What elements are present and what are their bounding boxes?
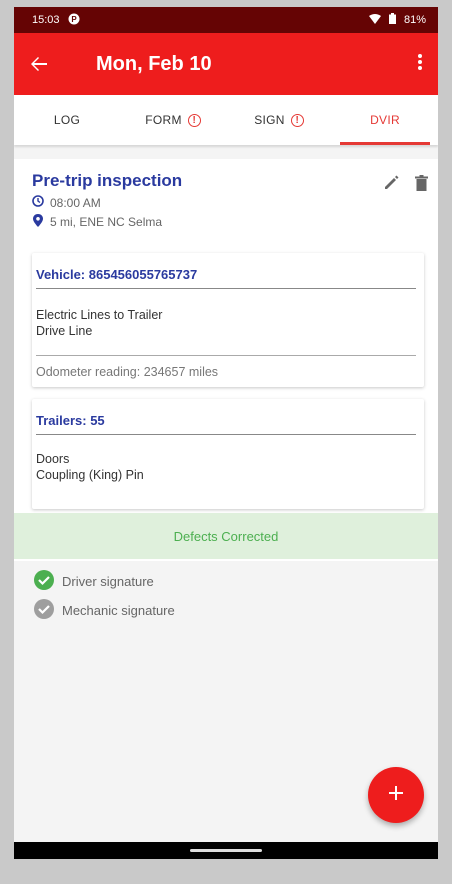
inspection-card[interactable]: Pre-trip inspection 08:00 AM 5 mi, ENE N…	[14, 159, 438, 561]
inspection-time-row: 08:00 AM	[32, 195, 426, 210]
back-arrow-icon[interactable]	[14, 55, 70, 73]
trailer-title: Trailers: 55	[36, 413, 416, 435]
tab-log[interactable]: LOG	[14, 95, 120, 145]
inspection-location-row: 5 mi, ENE NC Selma	[32, 214, 426, 230]
tab-sign[interactable]: SIGN !	[226, 95, 332, 145]
tab-label: DVIR	[370, 113, 400, 127]
vehicle-defect-list: Electric Lines to Trailer Drive Line	[36, 307, 162, 339]
odometer-reading: Odometer reading: 234657 miles	[36, 365, 219, 379]
plus-icon	[389, 785, 403, 805]
inspection-time: 08:00 AM	[50, 195, 101, 210]
list-item: Coupling (King) Pin	[36, 468, 144, 482]
clock-icon	[32, 195, 44, 210]
wifi-icon	[368, 13, 381, 27]
list-item: Doors	[36, 452, 70, 466]
defects-status-banner: Defects Corrected	[14, 513, 438, 559]
warning-icon: !	[290, 113, 304, 127]
svg-text:P: P	[71, 15, 77, 24]
status-bar: 15:03 P 81%	[14, 7, 438, 33]
vehicle-card: Vehicle: 865456055765737 Electric Lines …	[32, 253, 424, 387]
check-circle-icon	[34, 570, 54, 593]
delete-trash-icon[interactable]	[415, 175, 428, 196]
inspection-location: 5 mi, ENE NC Selma	[50, 215, 163, 229]
system-nav-bar	[14, 842, 438, 859]
tab-label: SIGN	[254, 113, 285, 127]
location-pin-icon	[32, 214, 44, 230]
inspection-title: Pre-trip inspection	[32, 171, 183, 190]
vehicle-title: Vehicle: 865456055765737	[36, 267, 416, 289]
trailer-card: Trailers: 55 Doors Coupling (King) Pin	[32, 399, 424, 509]
tab-bar: LOG FORM ! SIGN ! DVIR	[14, 95, 438, 145]
edit-pencil-icon[interactable]	[383, 175, 399, 196]
tab-label: FORM	[145, 113, 182, 127]
driver-signature-label: Driver signature	[62, 574, 154, 589]
check-circle-icon	[34, 599, 54, 622]
app-bar: Mon, Feb 10	[14, 33, 438, 95]
home-gesture-handle[interactable]	[190, 849, 262, 852]
page-title: Mon, Feb 10	[96, 52, 212, 75]
mechanic-signature-row: Mechanic signature	[34, 599, 175, 622]
card-actions	[383, 175, 428, 196]
divider	[36, 355, 416, 356]
tab-form[interactable]: FORM !	[120, 95, 226, 145]
add-button[interactable]	[368, 767, 424, 823]
trailer-defect-list: Doors Coupling (King) Pin	[36, 451, 144, 483]
defects-status-text: Defects Corrected	[173, 528, 279, 544]
inspection-header: Pre-trip inspection 08:00 AM 5 mi, ENE N…	[32, 171, 426, 230]
mechanic-signature-label: Mechanic signature	[62, 603, 175, 618]
driver-signature-row: Driver signature	[34, 570, 154, 593]
warning-icon: !	[187, 113, 201, 127]
phone-screen: 15:03 P 81% Mon, Feb 10 LOG FORM ! SIGN …	[14, 7, 438, 859]
tab-dvir[interactable]: DVIR	[332, 95, 438, 145]
list-item: Drive Line	[36, 324, 93, 338]
more-vert-icon[interactable]	[418, 53, 422, 75]
status-time: 15:03	[32, 14, 60, 26]
tab-label: LOG	[53, 113, 81, 127]
notification-icon: P	[68, 13, 80, 28]
battery-icon	[388, 13, 396, 27]
list-item: Electric Lines to Trailer	[36, 308, 163, 322]
battery-percent: 81%	[403, 14, 426, 26]
